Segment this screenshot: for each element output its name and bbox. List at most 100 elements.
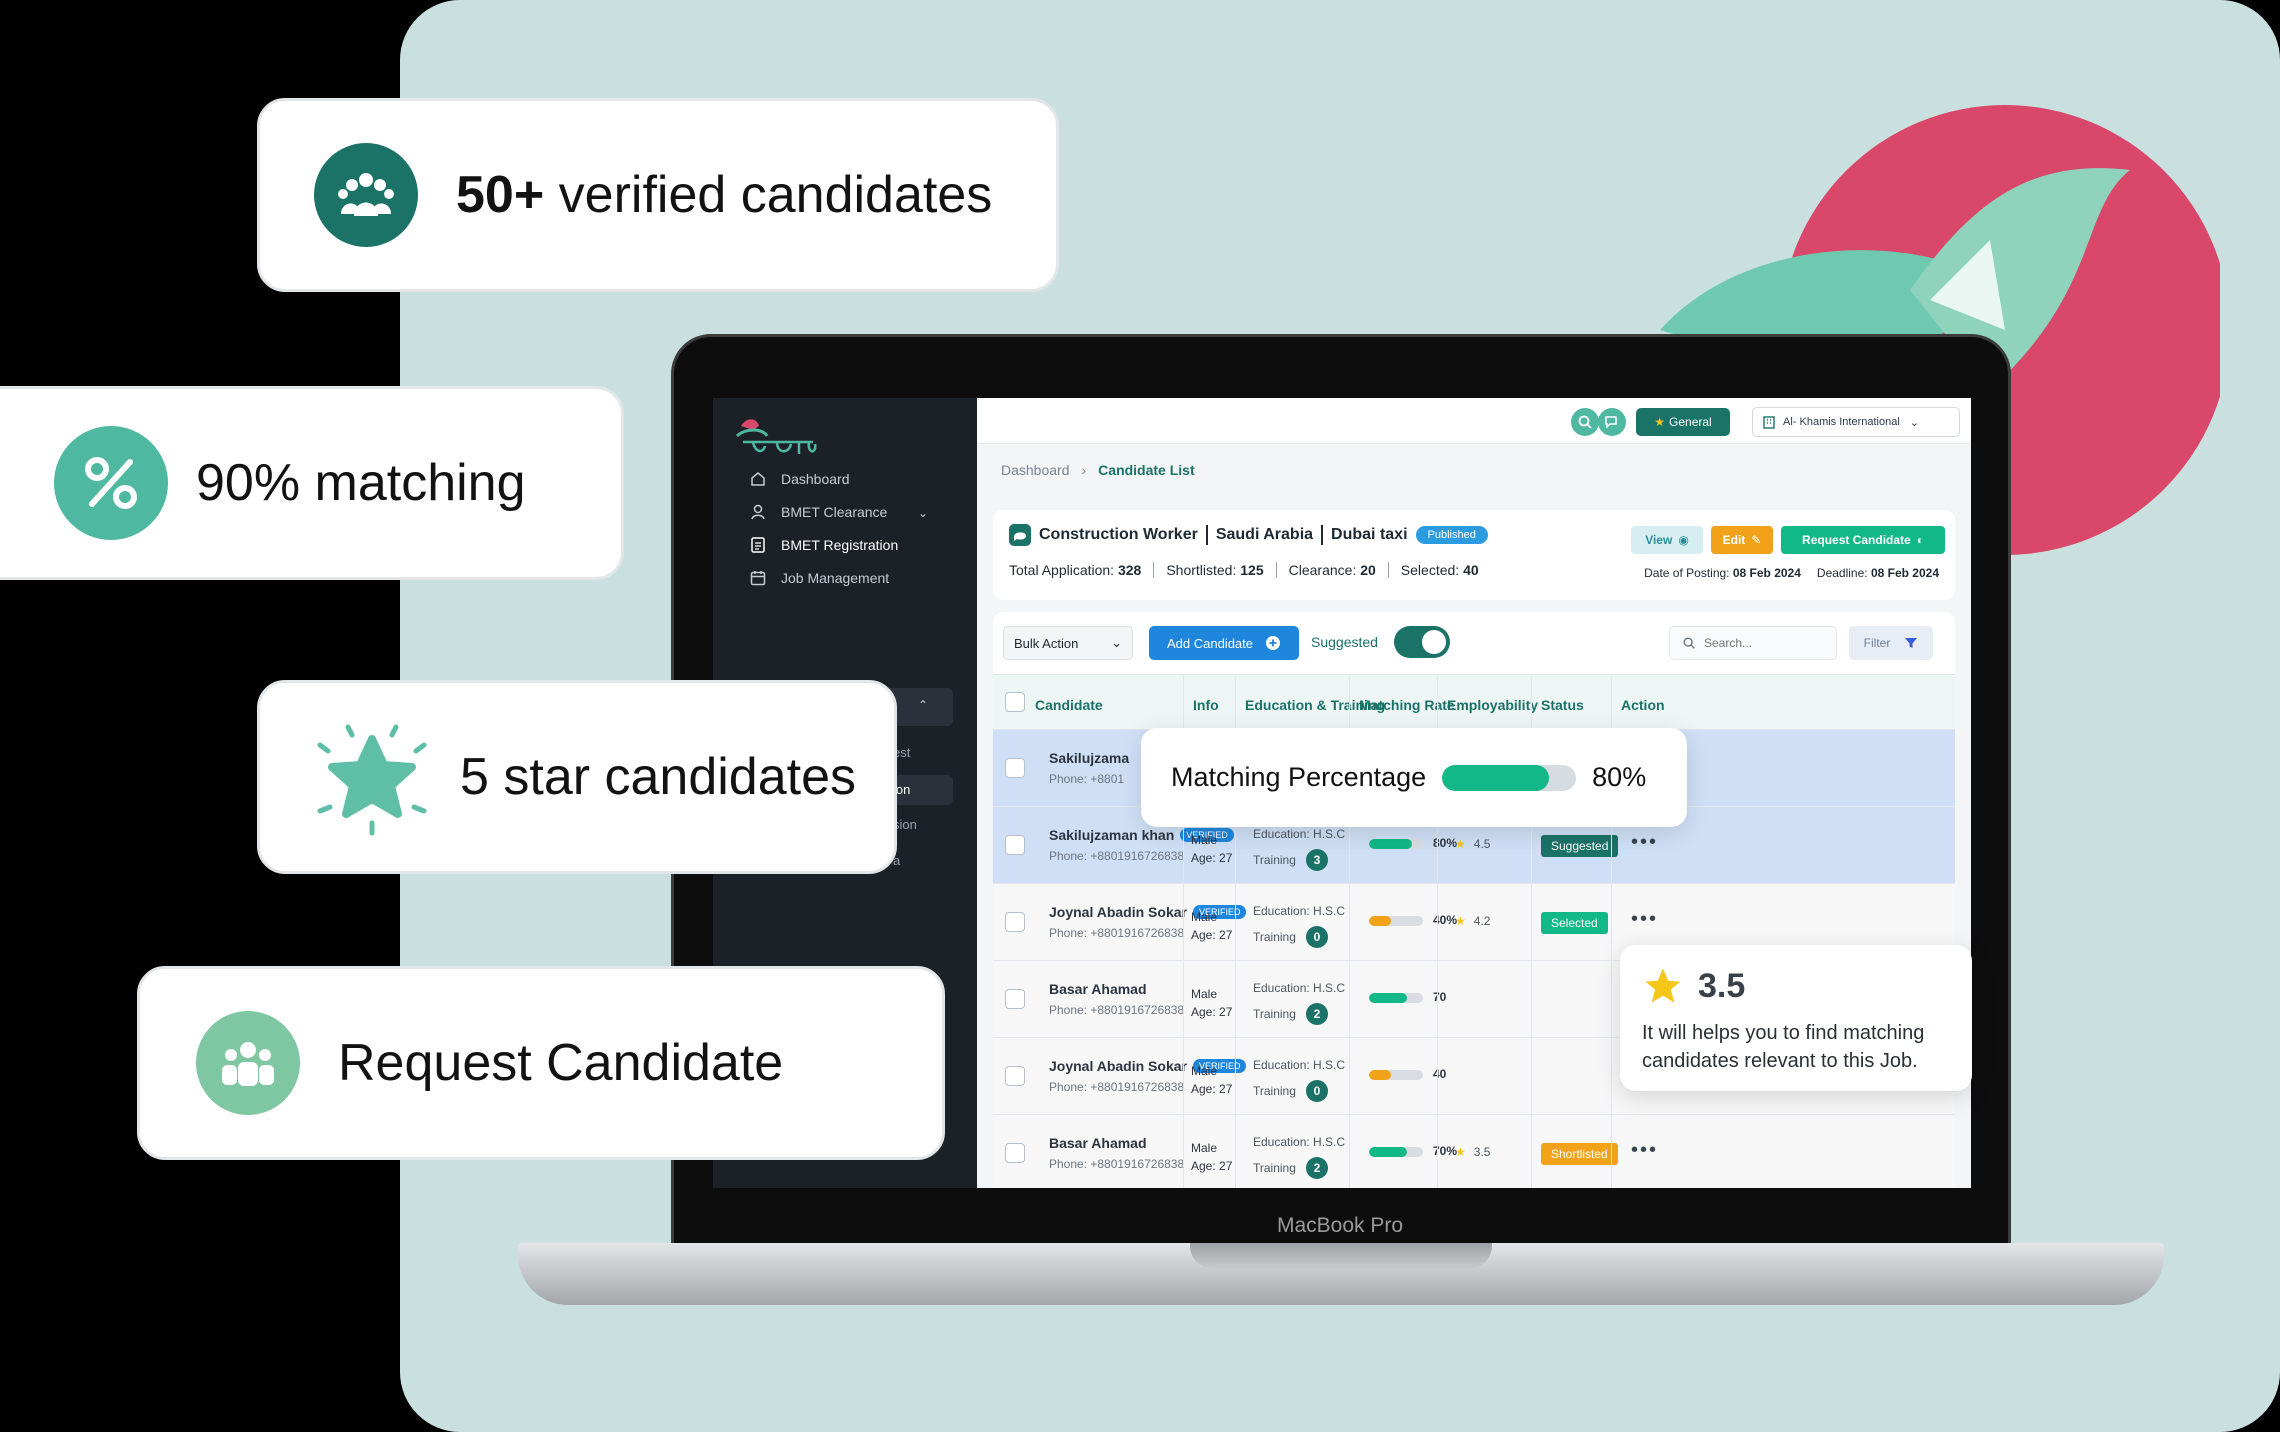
matching-rate-fill <box>1369 993 1407 1003</box>
candidate-gender: Male <box>1191 833 1218 847</box>
candidate-name[interactable]: Sakilujzaman khan <box>1049 827 1174 843</box>
organization-select[interactable]: Al- Khamis International ⌄ <box>1752 407 1960 437</box>
column-header[interactable]: Info <box>1193 697 1219 713</box>
chevron-right-icon: › <box>1081 462 1087 478</box>
matching-rate-bar <box>1369 993 1423 1003</box>
matching-value: 80% <box>1592 762 1647 792</box>
table-header: Candidate Info Education & Training Matc… <box>993 674 1955 730</box>
employability-cell: ★ 4.2 <box>1455 914 1490 928</box>
column-header[interactable]: Matching Rate <box>1359 697 1455 713</box>
bulk-action-select[interactable]: Bulk Action ⌄ <box>1003 626 1133 660</box>
sidebar-item-job-management[interactable]: Job Management <box>749 569 889 587</box>
stat-label: Shortlisted: <box>1166 562 1237 578</box>
chat-button[interactable] <box>1598 408 1626 436</box>
sidebar-item-dashboard[interactable]: Dashboard <box>749 470 850 488</box>
row-checkbox[interactable] <box>1005 758 1025 778</box>
breadcrumb-root[interactable]: Dashboard <box>1001 462 1070 478</box>
training-count: 2 <box>1305 1157 1328 1179</box>
stat-total: Total Application: 328 <box>1009 562 1141 578</box>
app-logo <box>735 419 817 454</box>
candidate-name[interactable]: Sakilujzama <box>1049 750 1129 766</box>
sidebar-item-bmet-clearance[interactable]: BMET Clearance <box>749 503 887 521</box>
candidate-phone: Phone: +8801916726838 <box>1049 1003 1185 1017</box>
employability-cell: ★ 3.5 <box>1455 1145 1490 1159</box>
row-checkbox[interactable] <box>1005 835 1025 855</box>
candidate-name[interactable]: Joynal Abadin Sokar <box>1049 1058 1187 1074</box>
column-header[interactable]: Status <box>1541 697 1584 713</box>
feature-card-request: Request Candidate <box>137 966 945 1160</box>
search-button[interactable] <box>1571 408 1599 436</box>
more-actions-icon[interactable]: ••• <box>1631 831 1658 854</box>
candidate-phone: Phone: +8801916726838 <box>1049 1157 1185 1171</box>
sidebar-item-bmet-registration[interactable]: BMET Registration <box>749 536 898 554</box>
general-button[interactable]: ★ General <box>1636 408 1730 436</box>
status-badge: Selected <box>1541 912 1608 934</box>
sidebar-item-label: Job Management <box>781 570 890 586</box>
organization-name: Al- Khamis International <box>1783 416 1900 428</box>
status-badge: Shortlisted <box>1541 1143 1618 1165</box>
column-header[interactable]: Candidate <box>1035 697 1103 713</box>
column-header[interactable]: Employability <box>1447 697 1538 713</box>
candidate-gender: Male <box>1191 1064 1218 1078</box>
column-header[interactable]: Action <box>1621 697 1665 713</box>
edit-button[interactable]: Edit ✎ <box>1711 526 1773 554</box>
matching-rate-bar <box>1369 1147 1423 1157</box>
home-icon <box>751 472 765 486</box>
stat-label: Selected: <box>1400 562 1460 578</box>
candidate-name[interactable]: Joynal Abadin Sokar <box>1049 904 1187 920</box>
candidate-name-cell: Basar Ahamad <box>1049 1135 1147 1151</box>
row-checkbox[interactable] <box>1005 1066 1025 1086</box>
candidate-age: Age: 27 <box>1191 928 1233 942</box>
search-input[interactable] <box>1704 636 1814 650</box>
select-all-checkbox[interactable] <box>1005 692 1025 712</box>
matching-rate-fill <box>1369 839 1413 849</box>
pencil-icon: ✎ <box>1751 533 1762 547</box>
breadcrumb: Dashboard › Candidate List <box>1001 462 1195 478</box>
filter-button[interactable]: Filter <box>1849 626 1933 660</box>
candidate-age: Age: 27 <box>1191 1082 1233 1096</box>
candidate-name[interactable]: Basar Ahamad <box>1049 981 1147 997</box>
employability-rating: 3.5 <box>1473 1145 1491 1159</box>
matching-rate-value: 40 <box>1433 1067 1447 1081</box>
more-actions-icon[interactable]: ••• <box>1631 908 1658 931</box>
table-row[interactable]: Basar Ahamad Phone: +8801916726838 Male Age… <box>993 1115 1955 1188</box>
view-label: View <box>1645 533 1673 547</box>
candidate-education: Education: H.S.C <box>1253 827 1346 841</box>
search-field[interactable] <box>1669 626 1837 660</box>
more-actions-icon[interactable]: ••• <box>1631 1139 1658 1162</box>
posting-date: 08 Feb 2024 <box>1732 566 1801 580</box>
rating-value: 3.5 <box>1698 966 1746 1005</box>
training-label: Training <box>1253 853 1296 867</box>
employability-cell: ★ 4.5 <box>1455 837 1490 851</box>
row-checkbox[interactable] <box>1005 989 1025 1009</box>
feature-label: 90% matching <box>196 454 526 512</box>
request-candidate-button[interactable]: Request Candidate ◐ <box>1781 526 1945 554</box>
star-icon: ★ <box>1455 837 1466 851</box>
matching-percentage-popup: Matching Percentage 80% <box>1141 728 1687 827</box>
stat-value: 328 <box>1117 562 1142 578</box>
chevron-down-icon[interactable]: ⌄ <box>918 506 928 520</box>
add-candidate-button[interactable]: Add Candidate <box>1149 626 1299 660</box>
matching-rate-fill <box>1369 1147 1407 1157</box>
chevron-up-icon[interactable]: ⌃ <box>918 698 928 712</box>
sidebar-item-label: BMET Registration <box>781 537 899 553</box>
matching-rate-bar <box>1369 839 1423 849</box>
candidate-name[interactable]: Basar Ahamad <box>1049 1135 1147 1151</box>
stat-selected: Selected: 40 <box>1401 562 1479 578</box>
feature-text: 50+ verified candidates <box>456 165 992 225</box>
divider <box>1321 525 1324 545</box>
view-button[interactable]: View ◉ <box>1631 526 1703 554</box>
sidebar-item-label: Dashboard <box>781 471 850 487</box>
star-icon: ★ <box>1455 914 1466 928</box>
job-title: Construction Worker <box>1039 526 1198 543</box>
row-checkbox[interactable] <box>1005 1143 1025 1163</box>
percent-icon <box>54 426 168 540</box>
row-checkbox[interactable] <box>1005 912 1025 932</box>
training-count: 3 <box>1305 849 1328 871</box>
stat-value: 20 <box>1360 562 1376 578</box>
matching-rate-fill <box>1369 1070 1391 1080</box>
feature-label: verified candidates <box>544 166 993 224</box>
chevron-down-icon: ⌄ <box>1111 635 1122 650</box>
suggested-toggle[interactable] <box>1394 626 1450 658</box>
candidate-education: Education: H.S.C <box>1253 904 1346 918</box>
